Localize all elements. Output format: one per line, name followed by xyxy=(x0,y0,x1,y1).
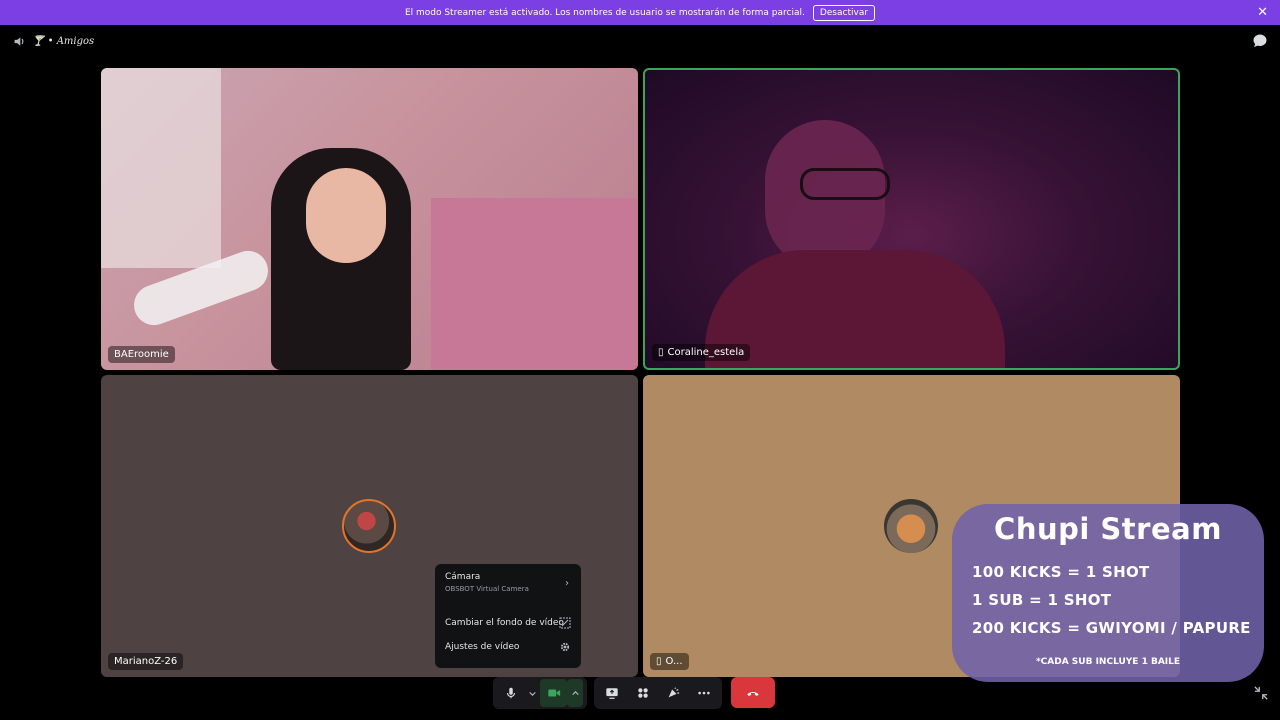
video-options-menu: Cámara OBSBOT Virtual Camera › Cambiar e… xyxy=(435,564,581,668)
overlay-rule-line: 200 KICKS = GWIYOMI / PAPURE xyxy=(972,619,1251,637)
tile-username: Coraline_estela xyxy=(667,347,745,358)
avatar xyxy=(884,499,938,553)
hang-up-icon[interactable] xyxy=(731,677,775,708)
video-settings-menu-item[interactable]: Ajustes de vídeo xyxy=(445,642,571,660)
call-header: 🍸 • Amigos xyxy=(0,25,1280,57)
camera-menu-item[interactable]: Cámara OBSBOT Virtual Camera › xyxy=(445,572,571,606)
tile-username-label: BAEroomie xyxy=(108,346,175,363)
gear-icon xyxy=(559,641,571,653)
video-tile-1[interactable]: BAEroomie xyxy=(101,68,638,370)
streamer-mode-message: El modo Streamer está activado. Los nomb… xyxy=(404,7,805,18)
camera-device-name: OBSBOT Virtual Camera xyxy=(445,585,529,593)
video-settings-label: Ajustes de vídeo xyxy=(445,642,520,652)
speaker-icon xyxy=(12,34,26,48)
activity-controls xyxy=(594,677,722,709)
tile-username: O... xyxy=(665,656,683,667)
screen-share-icon[interactable] xyxy=(598,679,626,707)
tile-username-label: ▯ Coraline_estela xyxy=(652,344,751,361)
video-tile-2[interactable]: ▯ Coraline_estela xyxy=(643,68,1180,370)
more-icon[interactable] xyxy=(690,679,718,707)
streamer-mode-banner: El modo Streamer está activado. Los nomb… xyxy=(0,0,1280,25)
tile-username: BAEroomie xyxy=(114,349,169,360)
window-light xyxy=(101,68,221,268)
glasses xyxy=(800,168,890,200)
overlay-title: Chupi Stream xyxy=(994,512,1222,546)
stream-overlay-card: Chupi Stream 100 KICKS = 1 SHOT 1 SUB = … xyxy=(952,504,1264,682)
tile-username-label: ▯ O... xyxy=(650,653,689,670)
streamer-face xyxy=(306,168,386,263)
soundboard-icon[interactable] xyxy=(660,679,688,707)
chat-bubble-icon[interactable] xyxy=(1252,33,1268,49)
chevron-down-icon[interactable] xyxy=(524,679,540,707)
mobile-icon: ▯ xyxy=(656,656,662,667)
activities-icon[interactable] xyxy=(629,679,657,707)
close-icon[interactable]: ✕ xyxy=(1257,5,1268,20)
channel-name: 🍸 • Amigos xyxy=(32,35,95,47)
camera-icon[interactable] xyxy=(540,679,568,707)
overlay-rule-line: 1 SUB = 1 SHOT xyxy=(972,591,1112,609)
chevron-right-icon: › xyxy=(565,578,569,589)
chevron-up-icon[interactable] xyxy=(567,679,583,707)
collapse-icon[interactable] xyxy=(1254,685,1268,700)
change-background-menu-item[interactable]: Cambiar el fondo de vídeo xyxy=(445,617,571,636)
tile-username: MarianoZ-26 xyxy=(114,656,178,667)
mobile-icon: ▯ xyxy=(658,347,664,358)
media-controls xyxy=(493,677,587,709)
overlay-rule-line: 100 KICKS = 1 SHOT xyxy=(972,563,1150,581)
tile-username-label: MarianoZ-26 xyxy=(108,653,184,670)
camera-label: Cámara xyxy=(445,572,481,582)
avatar xyxy=(342,499,396,553)
change-background-label: Cambiar el fondo de vídeo xyxy=(445,618,564,628)
overlay-note: *CADA SUB INCLUYE 1 BAILE xyxy=(1035,657,1181,667)
deactivate-button[interactable]: Desactivar xyxy=(812,4,876,21)
background-effect-icon xyxy=(559,617,571,629)
bed xyxy=(431,198,638,370)
microphone-icon[interactable] xyxy=(497,679,524,707)
